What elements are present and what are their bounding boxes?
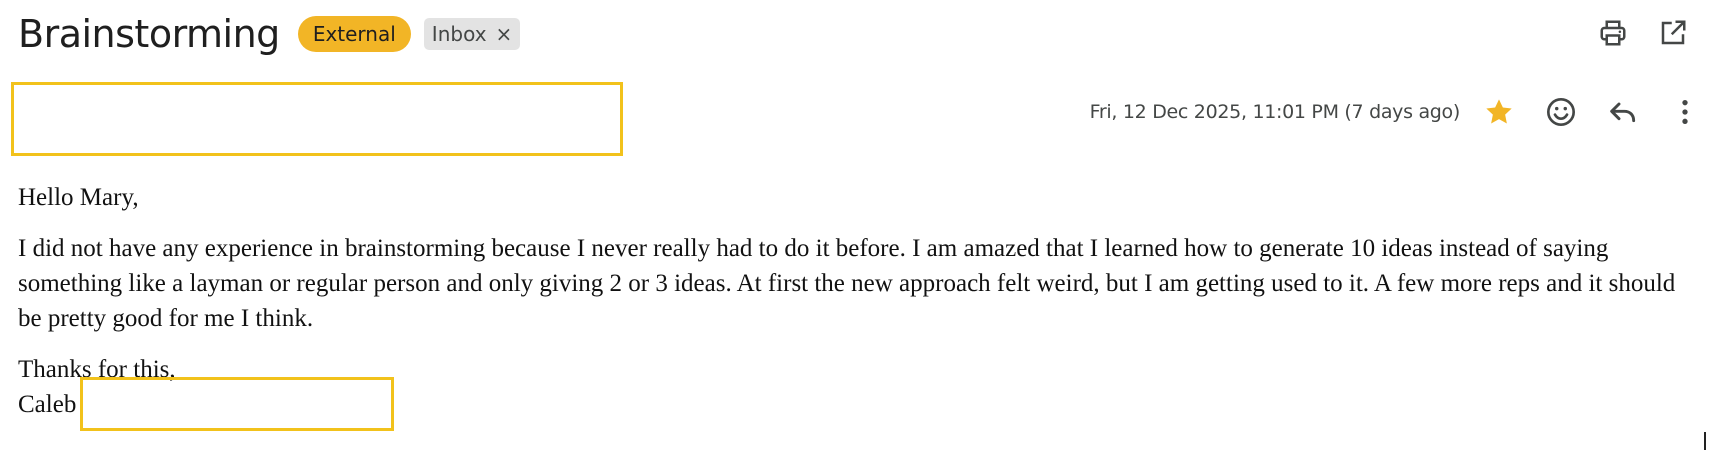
add-reaction-button[interactable] (1544, 95, 1578, 129)
signature-line: Caleb (18, 377, 1698, 431)
reply-button[interactable] (1606, 95, 1640, 129)
emoji-icon (1547, 98, 1575, 126)
more-vert-icon (1682, 100, 1688, 124)
remove-label-icon[interactable]: × (496, 18, 513, 50)
reply-icon (1610, 102, 1636, 123)
message-actions (1482, 95, 1702, 129)
body-greeting: Hello Mary, (18, 184, 139, 211)
message-date: Fri, 12 Dec 2025, 11:01 PM (7 days ago) (1089, 101, 1461, 123)
message-body: Hello Mary, I did not have any experienc… (18, 180, 1698, 431)
print-button[interactable] (1596, 16, 1630, 50)
sender-redaction-box (11, 82, 623, 156)
print-icon (1600, 20, 1626, 46)
message-meta: Fri, 12 Dec 2025, 11:01 PM (7 days ago) (1090, 92, 1702, 132)
signature-redaction-box (80, 377, 395, 431)
inbox-label-chip[interactable]: Inbox × (423, 18, 521, 50)
star-icon (1486, 99, 1512, 124)
star-button[interactable] (1482, 95, 1516, 129)
email-subject: Brainstorming (18, 12, 280, 56)
thread-actions (1596, 16, 1690, 50)
open-in-new-window-icon (1661, 20, 1686, 45)
external-label-badge: External (297, 16, 411, 52)
body-paragraph: I did not have any experience in brainst… (18, 235, 1676, 332)
open-in-new-window-button[interactable] (1656, 16, 1690, 50)
subject-row: Brainstorming External Inbox × (18, 8, 521, 60)
more-options-button[interactable] (1668, 95, 1702, 129)
text-cursor (1704, 432, 1706, 450)
signature-name: Caleb (18, 391, 77, 418)
inbox-label-text: Inbox (431, 22, 487, 46)
